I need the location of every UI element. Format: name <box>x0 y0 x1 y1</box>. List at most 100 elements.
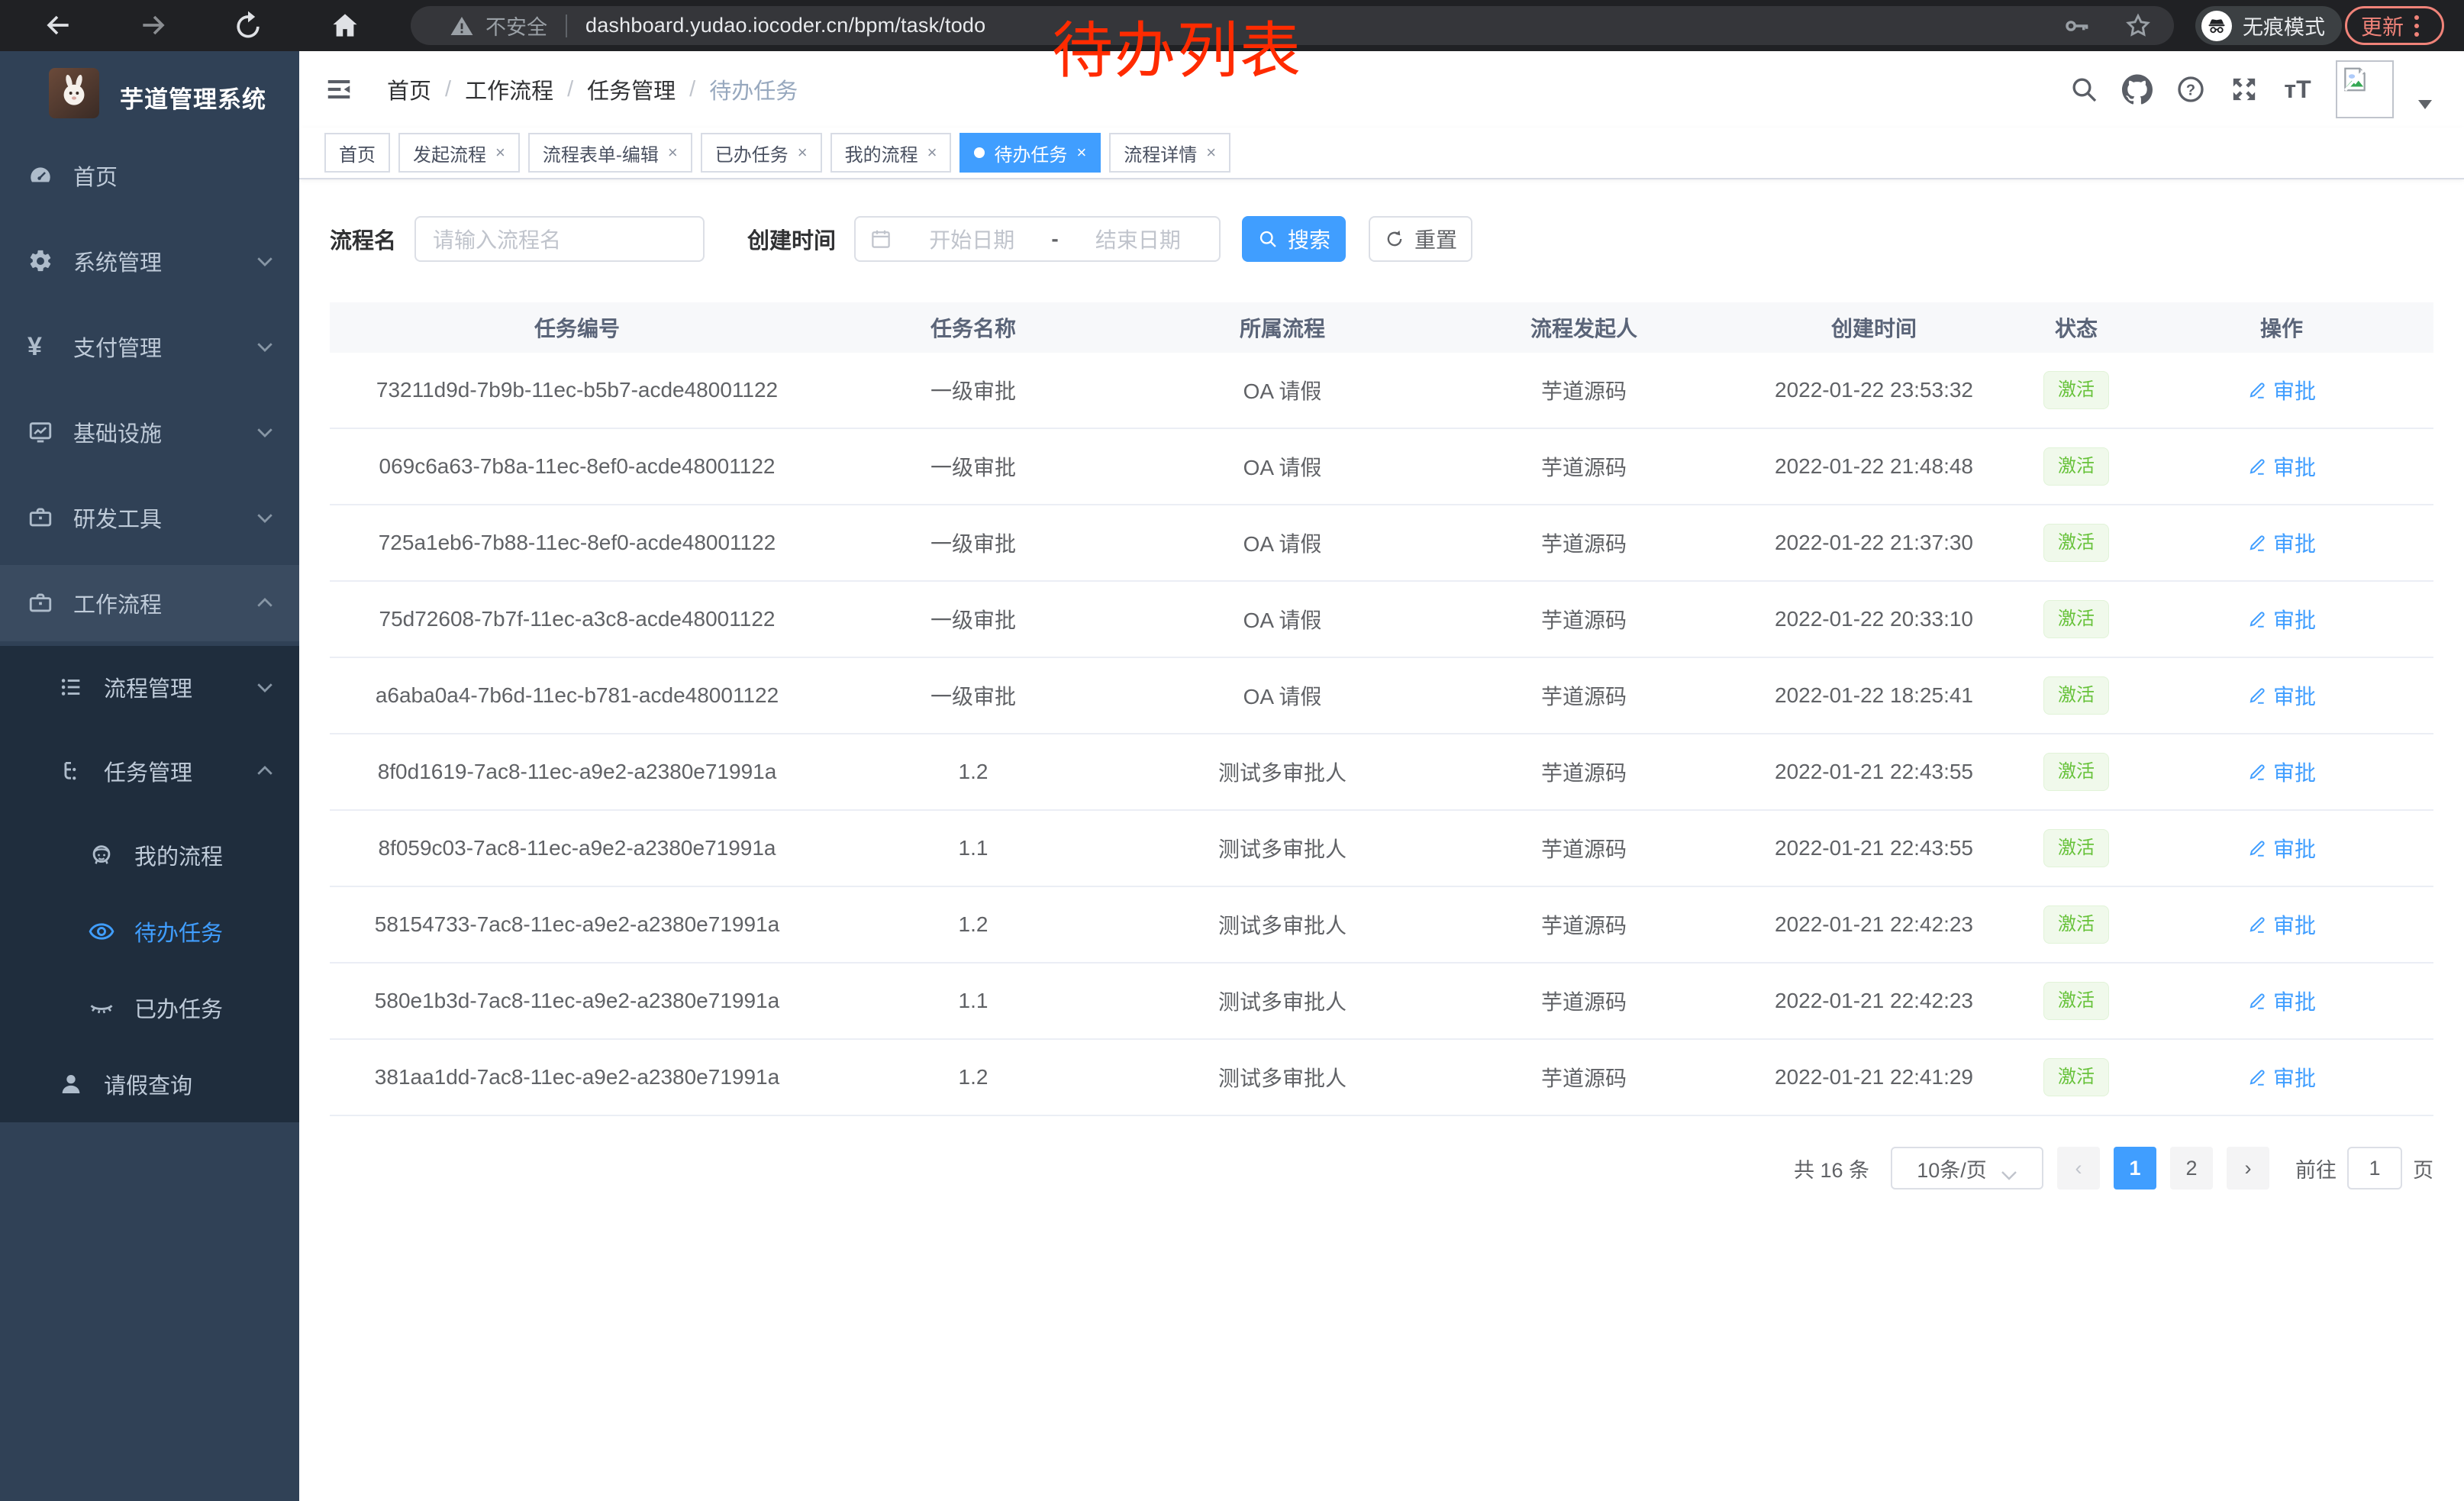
sidebar-item-5[interactable]: 工作流程 <box>0 565 299 641</box>
close-icon[interactable]: × <box>798 144 808 161</box>
status-cell: 激活 <box>2023 753 2130 791</box>
reset-button[interactable]: 重置 <box>1369 216 1472 262</box>
caret-down-icon[interactable] <box>2417 98 2433 111</box>
close-icon[interactable]: × <box>1076 144 1086 161</box>
starter-cell: 芋道源码 <box>1443 833 1725 863</box>
table-row-5: 8f0d1619-7ac8-11ec-a9e2-a2380e71991a1.2测… <box>330 734 2433 811</box>
close-icon[interactable]: × <box>1206 144 1216 161</box>
start-date-placeholder[interactable]: 开始日期 <box>905 224 1039 254</box>
tab-6[interactable]: 流程详情× <box>1109 133 1230 173</box>
approve-button[interactable]: 审批 <box>2247 757 2316 787</box>
search-icon[interactable] <box>2069 74 2099 105</box>
back-icon[interactable] <box>40 8 74 42</box>
approve-button[interactable]: 审批 <box>2247 833 2316 863</box>
font-size-icon[interactable]: тT <box>2282 74 2313 105</box>
jump-page-input[interactable]: 1 <box>2347 1147 2402 1190</box>
task-name-cell: 一级审批 <box>824 528 1122 558</box>
task-id-cell: 069c6a63-7b8a-11ec-8ef0-acde48001122 <box>330 454 824 479</box>
close-icon[interactable]: × <box>495 144 505 161</box>
incognito-badge: 无痕模式 <box>2195 6 2342 45</box>
breadcrumb-item-task-mgmt[interactable]: 任务管理 <box>587 73 676 105</box>
fullscreen-icon[interactable] <box>2229 74 2259 105</box>
dashboard-icon <box>27 163 53 189</box>
sidebar-item-6[interactable]: 流程管理 <box>0 649 299 725</box>
toolbox-icon <box>27 505 53 531</box>
pagination-page-1[interactable]: 1 <box>2114 1147 2156 1190</box>
tab-4[interactable]: 我的流程× <box>830 133 952 173</box>
tab-0[interactable]: 首页 <box>324 133 390 173</box>
pencil-icon <box>2247 915 2267 934</box>
tab-label: 首页 <box>339 140 376 166</box>
sidebar-item-4[interactable]: 研发工具 <box>0 479 299 556</box>
task-name-cell: 一级审批 <box>824 680 1122 711</box>
sidebar-item-label: 工作流程 <box>73 587 162 619</box>
sidebar-item-label: 支付管理 <box>73 331 162 363</box>
pagination-page-2[interactable]: 2 <box>2170 1147 2213 1190</box>
pagination-prev-button[interactable]: ‹ <box>2057 1147 2100 1190</box>
end-date-placeholder[interactable]: 结束日期 <box>1071 224 1205 254</box>
star-icon[interactable] <box>2124 11 2153 40</box>
process-name-input[interactable]: 请输入流程名 <box>414 216 705 262</box>
close-icon[interactable]: × <box>668 144 678 161</box>
sidebar-item-3[interactable]: 基础设施 <box>0 394 299 470</box>
browser-update-button[interactable]: 更新 <box>2345 6 2444 45</box>
url-text[interactable]: dashboard.yudao.iocoder.cn/bpm/task/todo <box>585 14 985 37</box>
logo-image[interactable] <box>49 68 99 118</box>
sidebar-item-2[interactable]: ¥支付管理 <box>0 308 299 385</box>
action-cell: 审批 <box>2130 1062 2433 1093</box>
tab-label: 流程表单-编辑 <box>543 140 659 166</box>
search-button[interactable]: 搜索 <box>1242 216 1346 262</box>
reload-icon[interactable] <box>231 8 265 42</box>
help-icon[interactable]: ? <box>2175 74 2206 105</box>
approve-button[interactable]: 审批 <box>2247 986 2316 1016</box>
pagination-next-button[interactable]: › <box>2227 1147 2269 1190</box>
tab-1[interactable]: 发起流程× <box>398 133 520 173</box>
task-id-cell: 381aa1dd-7ac8-11ec-a9e2-a2380e71991a <box>330 1065 824 1089</box>
created-time-cell: 2022-01-22 21:37:30 <box>1725 531 2023 555</box>
tab-5[interactable]: 待办任务× <box>959 133 1101 173</box>
sidebar-item-10[interactable]: 已办任务 <box>0 970 299 1046</box>
sidebar-item-8[interactable]: 我的流程 <box>0 817 299 893</box>
tab-3[interactable]: 已办任务× <box>701 133 822 173</box>
approve-button[interactable]: 审批 <box>2247 375 2316 405</box>
task-id-cell: 73211d9d-7b9b-11ec-b5b7-acde48001122 <box>330 378 824 402</box>
approve-button[interactable]: 审批 <box>2247 680 2316 711</box>
browser-menu-icon[interactable] <box>2414 15 2419 37</box>
approve-button[interactable]: 审批 <box>2247 909 2316 940</box>
update-label[interactable]: 更新 <box>2361 11 2404 41</box>
sidebar-item-9[interactable]: 待办任务 <box>0 893 299 970</box>
task-id-cell: 8f0d1619-7ac8-11ec-a9e2-a2380e71991a <box>330 760 824 784</box>
action-cell: 审批 <box>2130 909 2433 940</box>
github-icon[interactable] <box>2122 74 2153 105</box>
approve-button[interactable]: 审批 <box>2247 451 2316 482</box>
avatar-broken-image[interactable] <box>2336 60 2394 118</box>
created-time-cell: 2022-01-22 21:48:48 <box>1725 454 2023 479</box>
approve-button[interactable]: 审批 <box>2247 604 2316 634</box>
status-cell: 激活 <box>2023 982 2130 1020</box>
process-cell: OA 请假 <box>1122 528 1443 558</box>
task-id-cell: 8f059c03-7ac8-11ec-a9e2-a2380e71991a <box>330 836 824 860</box>
home-icon[interactable] <box>328 8 362 42</box>
sidebar-item-0[interactable]: 首页 <box>0 137 299 214</box>
approve-button[interactable]: 审批 <box>2247 1062 2316 1093</box>
pencil-icon <box>2247 609 2267 629</box>
sidebar-toggle-icon[interactable] <box>324 75 353 104</box>
page-size-select[interactable]: 10条/页 <box>1891 1147 2043 1190</box>
tab-2[interactable]: 流程表单-编辑 × <box>528 133 692 173</box>
column-header: 流程发起人 <box>1443 312 1725 343</box>
breadcrumb-item-home[interactable]: 首页 <box>387 73 431 105</box>
key-icon[interactable] <box>2062 11 2091 40</box>
gear-icon <box>27 248 53 274</box>
breadcrumb-item-workflow[interactable]: 工作流程 <box>465 73 553 105</box>
app-title: 芋道管理系统 <box>120 80 266 115</box>
approve-button[interactable]: 审批 <box>2247 528 2316 558</box>
sidebar-item-11[interactable]: 请假查询 <box>0 1046 299 1122</box>
date-range-picker[interactable]: 开始日期 - 结束日期 <box>854 216 1221 262</box>
close-icon[interactable]: × <box>927 144 937 161</box>
action-cell: 审批 <box>2130 680 2433 711</box>
sidebar-item-label: 基础设施 <box>73 416 162 448</box>
forward-icon[interactable] <box>137 8 171 42</box>
sidebar-item-7[interactable]: 任务管理 <box>0 733 299 809</box>
status-badge: 激活 <box>2043 676 2109 715</box>
sidebar-item-1[interactable]: 系统管理 <box>0 223 299 299</box>
